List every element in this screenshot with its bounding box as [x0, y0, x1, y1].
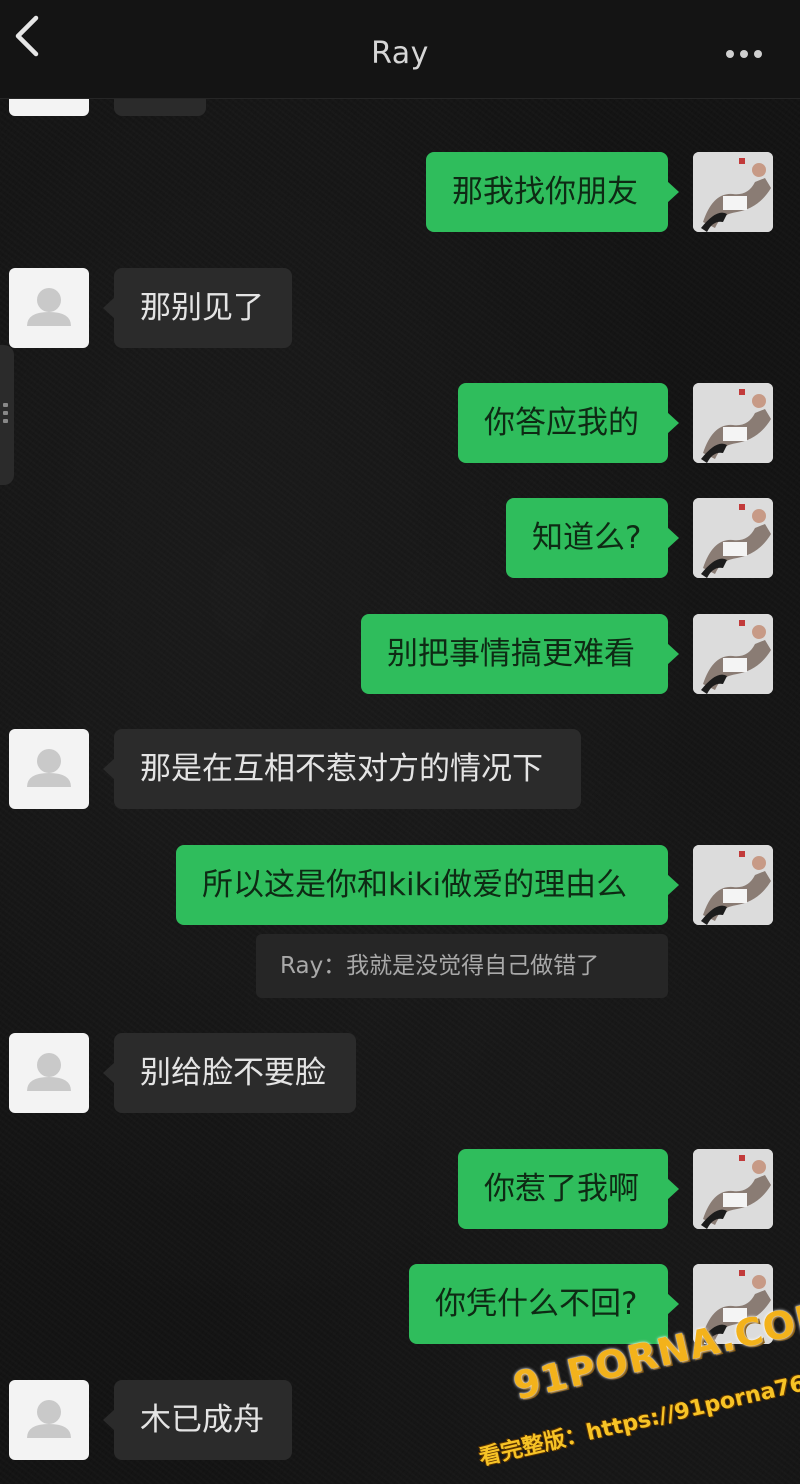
- my-avatar[interactable]: [693, 1149, 773, 1229]
- more-options-icon[interactable]: [722, 38, 766, 70]
- received-message-bubble[interactable]: 那别见了: [103, 268, 292, 348]
- my-avatar[interactable]: [693, 383, 773, 463]
- chat-header: Ray: [0, 0, 800, 99]
- quoted-message[interactable]: Ray：我就是没觉得自己做错了: [256, 934, 668, 998]
- my-avatar[interactable]: [693, 498, 773, 578]
- my-avatar[interactable]: [693, 152, 773, 232]
- sent-message-bubble[interactable]: 所以这是你和kiki做爱的理由么: [176, 845, 679, 925]
- my-avatar[interactable]: [693, 614, 773, 694]
- sent-message-bubble[interactable]: 你惹了我啊: [458, 1149, 679, 1229]
- contact-avatar[interactable]: [9, 729, 89, 809]
- sent-message-bubble[interactable]: 别把事情搞更难看: [361, 614, 679, 694]
- sent-message-bubble[interactable]: 那我找你朋友: [426, 152, 679, 232]
- avatar: [9, 96, 89, 116]
- contact-avatar[interactable]: [9, 1033, 89, 1113]
- watermark: 91PORNA.COM 看完整版：https://91porna76.com: [470, 1292, 800, 1484]
- contact-avatar[interactable]: [9, 1380, 89, 1460]
- my-avatar[interactable]: [693, 845, 773, 925]
- sent-message-bubble[interactable]: 知道么?: [506, 498, 679, 578]
- side-drawer-handle[interactable]: [0, 345, 14, 485]
- message-bubble: [114, 96, 206, 116]
- sent-message-bubble[interactable]: 你答应我的: [458, 383, 679, 463]
- received-message-bubble[interactable]: 木已成舟: [103, 1380, 292, 1460]
- received-message-bubble[interactable]: 那是在互相不惹对方的情况下: [103, 729, 581, 809]
- received-message-bubble[interactable]: 别给脸不要脸: [103, 1033, 356, 1113]
- chat-title: Ray: [371, 36, 429, 71]
- contact-avatar[interactable]: [9, 268, 89, 348]
